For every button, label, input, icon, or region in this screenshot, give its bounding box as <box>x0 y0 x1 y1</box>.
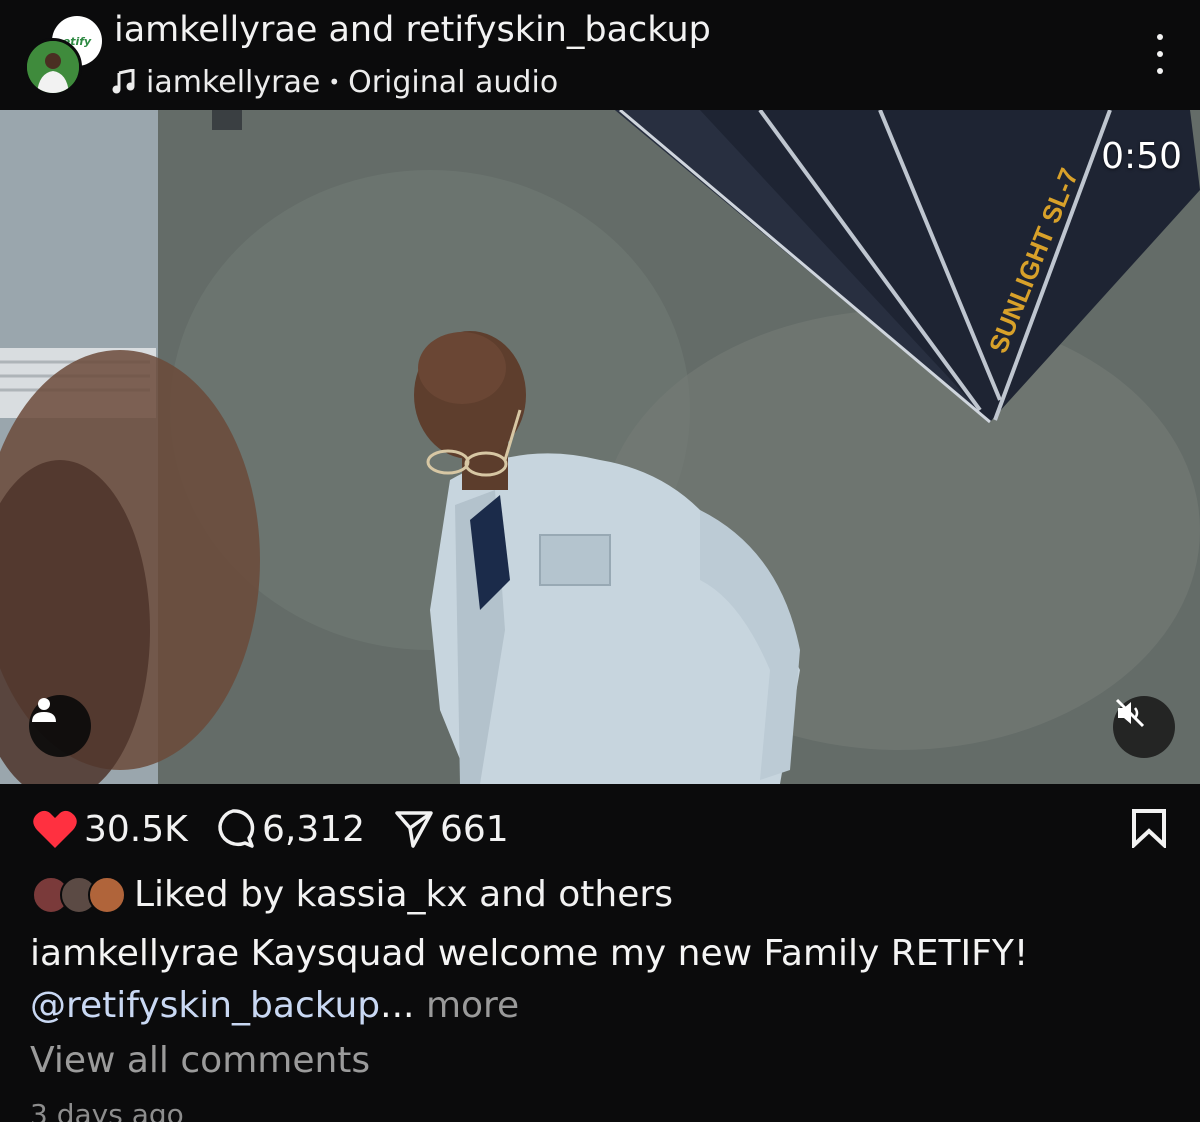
video-timecode: 0:50 <box>1101 136 1182 177</box>
audio-separator: • <box>328 70 341 94</box>
like-count: 30.5K <box>84 808 188 850</box>
more-vertical-icon[interactable] <box>1146 34 1174 74</box>
bookmark-icon <box>1132 809 1166 850</box>
video-frame-illustration: SUNLIGHT SL-7 <box>0 110 1200 784</box>
audio-row[interactable]: iamkellyrae • Original audio <box>112 64 558 100</box>
collab-avatars[interactable]: etify <box>24 16 102 96</box>
caption-text: Kaysquad welcome my new Family RETIFY! <box>250 933 1029 974</box>
liked-by-row[interactable]: Liked by kassia_kx and others <box>32 872 673 916</box>
mute-button[interactable] <box>1113 696 1175 758</box>
share-icon <box>395 811 433 848</box>
avatar-portrait <box>27 41 79 93</box>
heart-icon <box>33 810 77 848</box>
reel-video[interactable]: SUNLIGHT SL-7 0:50 <box>0 110 1200 784</box>
caption-username[interactable]: iamkellyrae <box>30 933 239 974</box>
kellyrae-avatar[interactable] <box>24 38 82 96</box>
liked-by-text[interactable]: Liked by kassia_kx and others <box>134 874 673 915</box>
music-note-icon <box>112 69 135 94</box>
post-timestamp: 3 days ago <box>30 1098 184 1122</box>
action-bar: 30.5K 6,312 661 <box>0 784 1200 874</box>
comment-count: 6,312 <box>262 808 366 850</box>
user-tag-icon <box>32 698 56 722</box>
liker-avatars[interactable] <box>32 876 126 914</box>
post-header: etify iamkellyrae and retifyskin_backup … <box>0 0 1200 110</box>
caption-mention[interactable]: @retifyskin_backup <box>30 985 380 1026</box>
share-count: 661 <box>440 808 509 850</box>
liker-avatar[interactable] <box>88 876 126 914</box>
reel-post: etify iamkellyrae and retifyskin_backup … <box>0 0 1200 1122</box>
audio-author[interactable]: iamkellyrae <box>146 65 320 100</box>
view-all-comments-link[interactable]: View all comments <box>30 1040 370 1081</box>
muted-speaker-icon <box>1115 698 1145 728</box>
caption-more-link[interactable]: more <box>426 985 519 1026</box>
save-button[interactable] <box>1130 808 1168 850</box>
audio-label[interactable]: Original audio <box>348 65 558 100</box>
share-button[interactable]: 661 <box>394 806 509 852</box>
like-button[interactable]: 30.5K <box>32 806 188 852</box>
comment-button[interactable]: 6,312 <box>212 806 365 852</box>
post-caption: iamkellyrae Kaysquad welcome my new Fami… <box>30 928 1180 1032</box>
user-tag-button[interactable] <box>29 695 91 757</box>
post-title[interactable]: iamkellyrae and retifyskin_backup <box>114 10 711 50</box>
comment-icon <box>218 809 255 848</box>
caption-ellipsis: ... <box>380 985 415 1026</box>
